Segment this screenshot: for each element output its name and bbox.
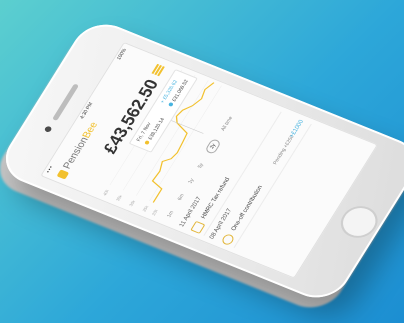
- menu-icon[interactable]: [151, 63, 165, 77]
- chart-y-label: 30k: [128, 199, 137, 207]
- front-camera: [43, 125, 53, 133]
- bee-logo-icon: [56, 169, 70, 180]
- chart-y-label: 35k: [115, 193, 124, 201]
- phone-screen: ••• 4:30 PM 100% PensionBee £43,562.50 4…: [40, 41, 379, 279]
- range-button[interactable]: 1y: [187, 178, 195, 185]
- chart-y-label: 20k: [151, 208, 160, 216]
- transaction-status: Pending +£250: [272, 134, 296, 166]
- range-button[interactable]: 6m: [177, 193, 186, 201]
- product-scene: ••• 4:30 PM 100% PensionBee £43,562.50 4…: [0, 0, 404, 323]
- range-button-selected[interactable]: 2y: [204, 137, 222, 155]
- earpiece-speaker: [52, 83, 80, 121]
- range-button[interactable]: 1m: [166, 210, 175, 218]
- range-button[interactable]: All time: [220, 116, 234, 132]
- transaction-label: One-off contribution: [230, 184, 265, 232]
- home-button[interactable]: [334, 201, 385, 243]
- transaction-amount: +£1000: [288, 119, 306, 139]
- chart-y-label: 25k: [141, 204, 150, 212]
- piggy-bank-icon: [220, 232, 236, 247]
- range-button[interactable]: 5y: [197, 162, 205, 169]
- chart-y-label: 40k: [102, 188, 111, 196]
- refund-icon: [190, 220, 206, 234]
